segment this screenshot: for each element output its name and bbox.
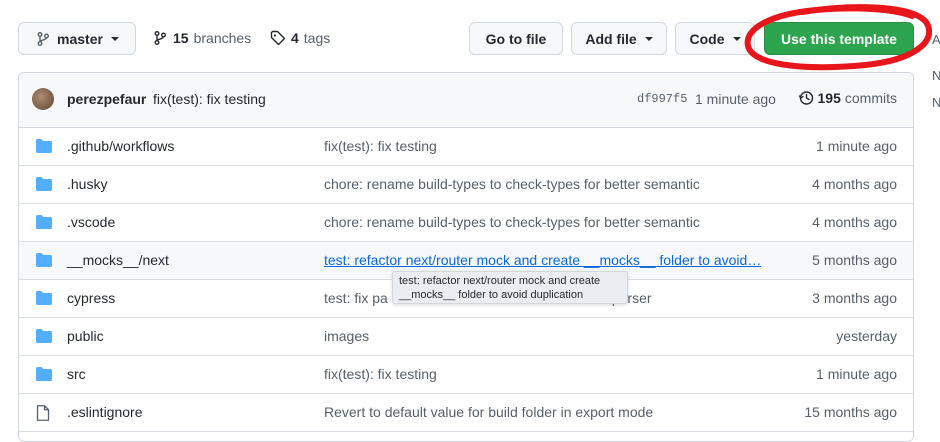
file-commit-age: 15 months ago — [804, 404, 897, 420]
file-name[interactable]: .husky — [67, 176, 107, 192]
file-commit-age: 1 minute ago — [816, 366, 897, 382]
commit-message[interactable]: fix(test): fix testing — [153, 91, 266, 107]
history-icon — [798, 91, 813, 105]
file-commit-message[interactable]: fix(test): fix testing — [324, 366, 437, 382]
git-branch-icon — [37, 31, 50, 46]
folder-icon — [36, 291, 52, 305]
file-name[interactable]: .vscode — [67, 214, 115, 230]
code-button[interactable]: Code — [675, 22, 755, 55]
git-branch-icon — [154, 31, 166, 45]
commits-link[interactable]: 195 commits — [798, 90, 897, 106]
branches-link[interactable]: 15 branches — [152, 30, 251, 46]
commit-author[interactable]: perezpefaur — [67, 91, 146, 107]
commits-label: commits — [844, 90, 897, 106]
tooltip-line: __mocks__ folder to avoid duplication — [399, 289, 584, 301]
add-file-button[interactable]: Add file — [571, 22, 667, 55]
folder-icon — [36, 177, 52, 191]
file-name[interactable]: cypress — [67, 290, 115, 306]
branch-select-button[interactable]: master — [18, 22, 136, 55]
folder-icon — [36, 329, 52, 343]
file-name[interactable]: __mocks__/next — [67, 252, 169, 268]
tags-link[interactable]: 4 tags — [270, 30, 330, 46]
file-row[interactable]: .github/workflows fix(test): fix testing… — [19, 128, 913, 166]
add-file-label: Add file — [585, 30, 637, 47]
file-name[interactable]: src — [67, 366, 86, 382]
file-icon — [36, 405, 50, 421]
avatar[interactable] — [32, 88, 54, 110]
file-commit-message[interactable]: images — [324, 328, 369, 344]
folder-icon — [36, 367, 52, 381]
file-name[interactable]: public — [67, 328, 104, 344]
file-commit-age: 4 months ago — [812, 214, 897, 230]
go-to-file-button[interactable]: Go to file — [469, 22, 563, 55]
file-row[interactable]: public images yesterday — [19, 318, 913, 356]
tags-count: 4 — [291, 30, 299, 46]
branches-count: 15 — [173, 30, 189, 46]
file-row[interactable]: .husky chore: rename build-types to chec… — [19, 166, 913, 204]
file-commit-message[interactable]: test: refactor next/router mock and crea… — [324, 252, 761, 268]
file-row[interactable]: .eslintignore Revert to default value fo… — [19, 394, 913, 432]
code-label: Code — [689, 30, 725, 47]
sidebar-fragment: N — [932, 68, 940, 83]
branches-label: branches — [193, 30, 252, 46]
chevron-down-icon — [644, 36, 653, 41]
sidebar-fragment: N — [932, 95, 940, 110]
tags-label: tags — [303, 30, 331, 46]
file-commit-age: 1 minute ago — [816, 138, 897, 154]
file-commit-message[interactable]: fix(test): fix testing — [324, 138, 437, 154]
folder-icon — [36, 215, 52, 229]
tag-icon — [270, 30, 286, 46]
latest-commit-bar: perezpefaur fix(test): fix testing df997… — [19, 73, 913, 128]
file-commit-age: yesterday — [836, 328, 897, 344]
commit-message-tooltip: test: refactor next/router mock and crea… — [392, 271, 628, 304]
folder-icon — [36, 139, 52, 153]
file-commit-age: 5 months ago — [812, 252, 897, 268]
folder-icon — [36, 253, 52, 267]
file-commit-age: 3 months ago — [812, 290, 897, 306]
file-name[interactable]: .eslintignore — [67, 404, 143, 420]
tooltip-line: test: refactor next/router mock and crea… — [399, 275, 601, 287]
file-list: perezpefaur fix(test): fix testing df997… — [18, 72, 914, 442]
file-commit-message[interactable]: Revert to default value for build folder… — [324, 404, 653, 420]
file-commit-message[interactable]: chore: rename build-types to check-types… — [324, 214, 700, 230]
file-commit-message[interactable]: chore: rename build-types to check-types… — [324, 176, 700, 192]
sidebar-fragment: A — [932, 32, 940, 47]
file-commit-age: 4 months ago — [812, 176, 897, 192]
file-row[interactable]: src fix(test): fix testing 1 minute ago — [19, 356, 913, 394]
commits-count: 195 — [817, 90, 841, 106]
commit-time: 1 minute ago — [695, 91, 776, 107]
use-this-template-button[interactable]: Use this template — [764, 22, 914, 55]
chevron-down-icon — [732, 36, 741, 41]
file-name[interactable]: .github/workflows — [67, 138, 174, 154]
chevron-down-icon — [110, 36, 119, 41]
commit-hash[interactable]: df997f5 — [637, 92, 687, 106]
branch-name: master — [57, 30, 103, 47]
file-row[interactable]: .vscode chore: rename build-types to che… — [19, 204, 913, 242]
